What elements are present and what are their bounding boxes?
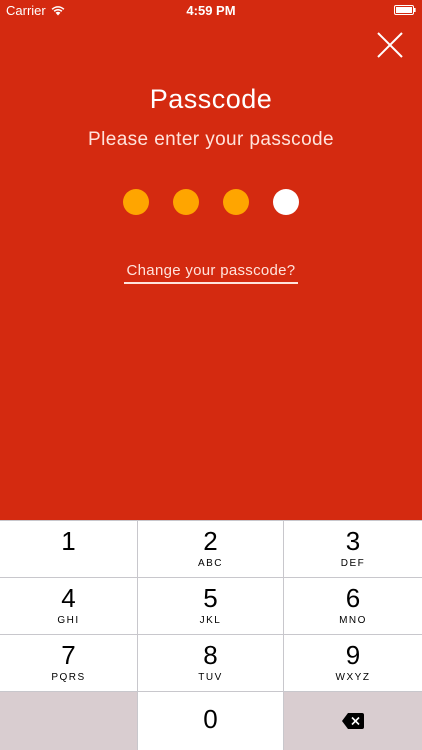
key-letters: TUV (198, 672, 223, 683)
key-letters: MNO (339, 615, 367, 626)
battery-icon (394, 5, 416, 15)
key-2[interactable]: 2 ABC (138, 520, 284, 577)
close-icon (377, 32, 403, 58)
passcode-dot-filled (123, 189, 149, 215)
page-subtitle: Please enter your passcode (88, 129, 334, 150)
key-0[interactable]: 0 (138, 691, 284, 750)
key-digit: 7 (61, 640, 76, 670)
key-blank (0, 691, 138, 750)
change-passcode-link[interactable]: Change your passcode? (123, 262, 299, 284)
key-digit: 0 (203, 704, 218, 734)
key-digit: 8 (203, 640, 218, 670)
key-letters: PQRS (51, 672, 86, 683)
key-digit: 2 (203, 526, 218, 556)
key-digit: 9 (345, 640, 361, 670)
page-title: Passcode (149, 84, 273, 114)
passcode-dot-filled (173, 189, 199, 215)
key-letters: WXYZ (335, 672, 371, 683)
key-1[interactable]: 1 (0, 520, 138, 577)
key-letters: ABC (197, 558, 224, 569)
key-5[interactable]: 5 JKL (138, 577, 284, 634)
backspace-icon (342, 713, 364, 729)
passcode-screen: Carrier 4:59 PM Passcode Please enter yo… (0, 0, 422, 750)
key-digit: 3 (345, 526, 361, 556)
close-button[interactable] (376, 31, 404, 59)
passcode-dot-filled (223, 189, 249, 215)
key-4[interactable]: 4 GHI (0, 577, 138, 634)
key-3[interactable]: 3 DEF (284, 520, 422, 577)
key-digit: 4 (61, 583, 76, 613)
key-digit: 5 (203, 583, 218, 613)
status-bar: Carrier 4:59 PM (0, 0, 422, 22)
status-time: 4:59 PM (186, 3, 236, 18)
passcode-dot-empty (273, 189, 299, 215)
passcode-dots (0, 189, 422, 215)
key-letters: GHI (57, 615, 80, 626)
key-digit: 1 (61, 526, 76, 556)
key-7[interactable]: 7 PQRS (0, 634, 138, 691)
key-8[interactable]: 8 TUV (138, 634, 284, 691)
key-9[interactable]: 9 WXYZ (284, 634, 422, 691)
key-6[interactable]: 6 MNO (284, 577, 422, 634)
change-passcode-row: Change your passcode? (0, 262, 422, 284)
key-digit: 6 (345, 583, 361, 613)
key-letters: JKL (199, 615, 222, 626)
numeric-keypad: 1 2 ABC 3 DEF 4 GHI 5 JKL 6 MNO 7 PQRS 8 (0, 520, 422, 750)
key-letters: DEF (340, 558, 366, 569)
delete-button[interactable] (284, 691, 422, 750)
